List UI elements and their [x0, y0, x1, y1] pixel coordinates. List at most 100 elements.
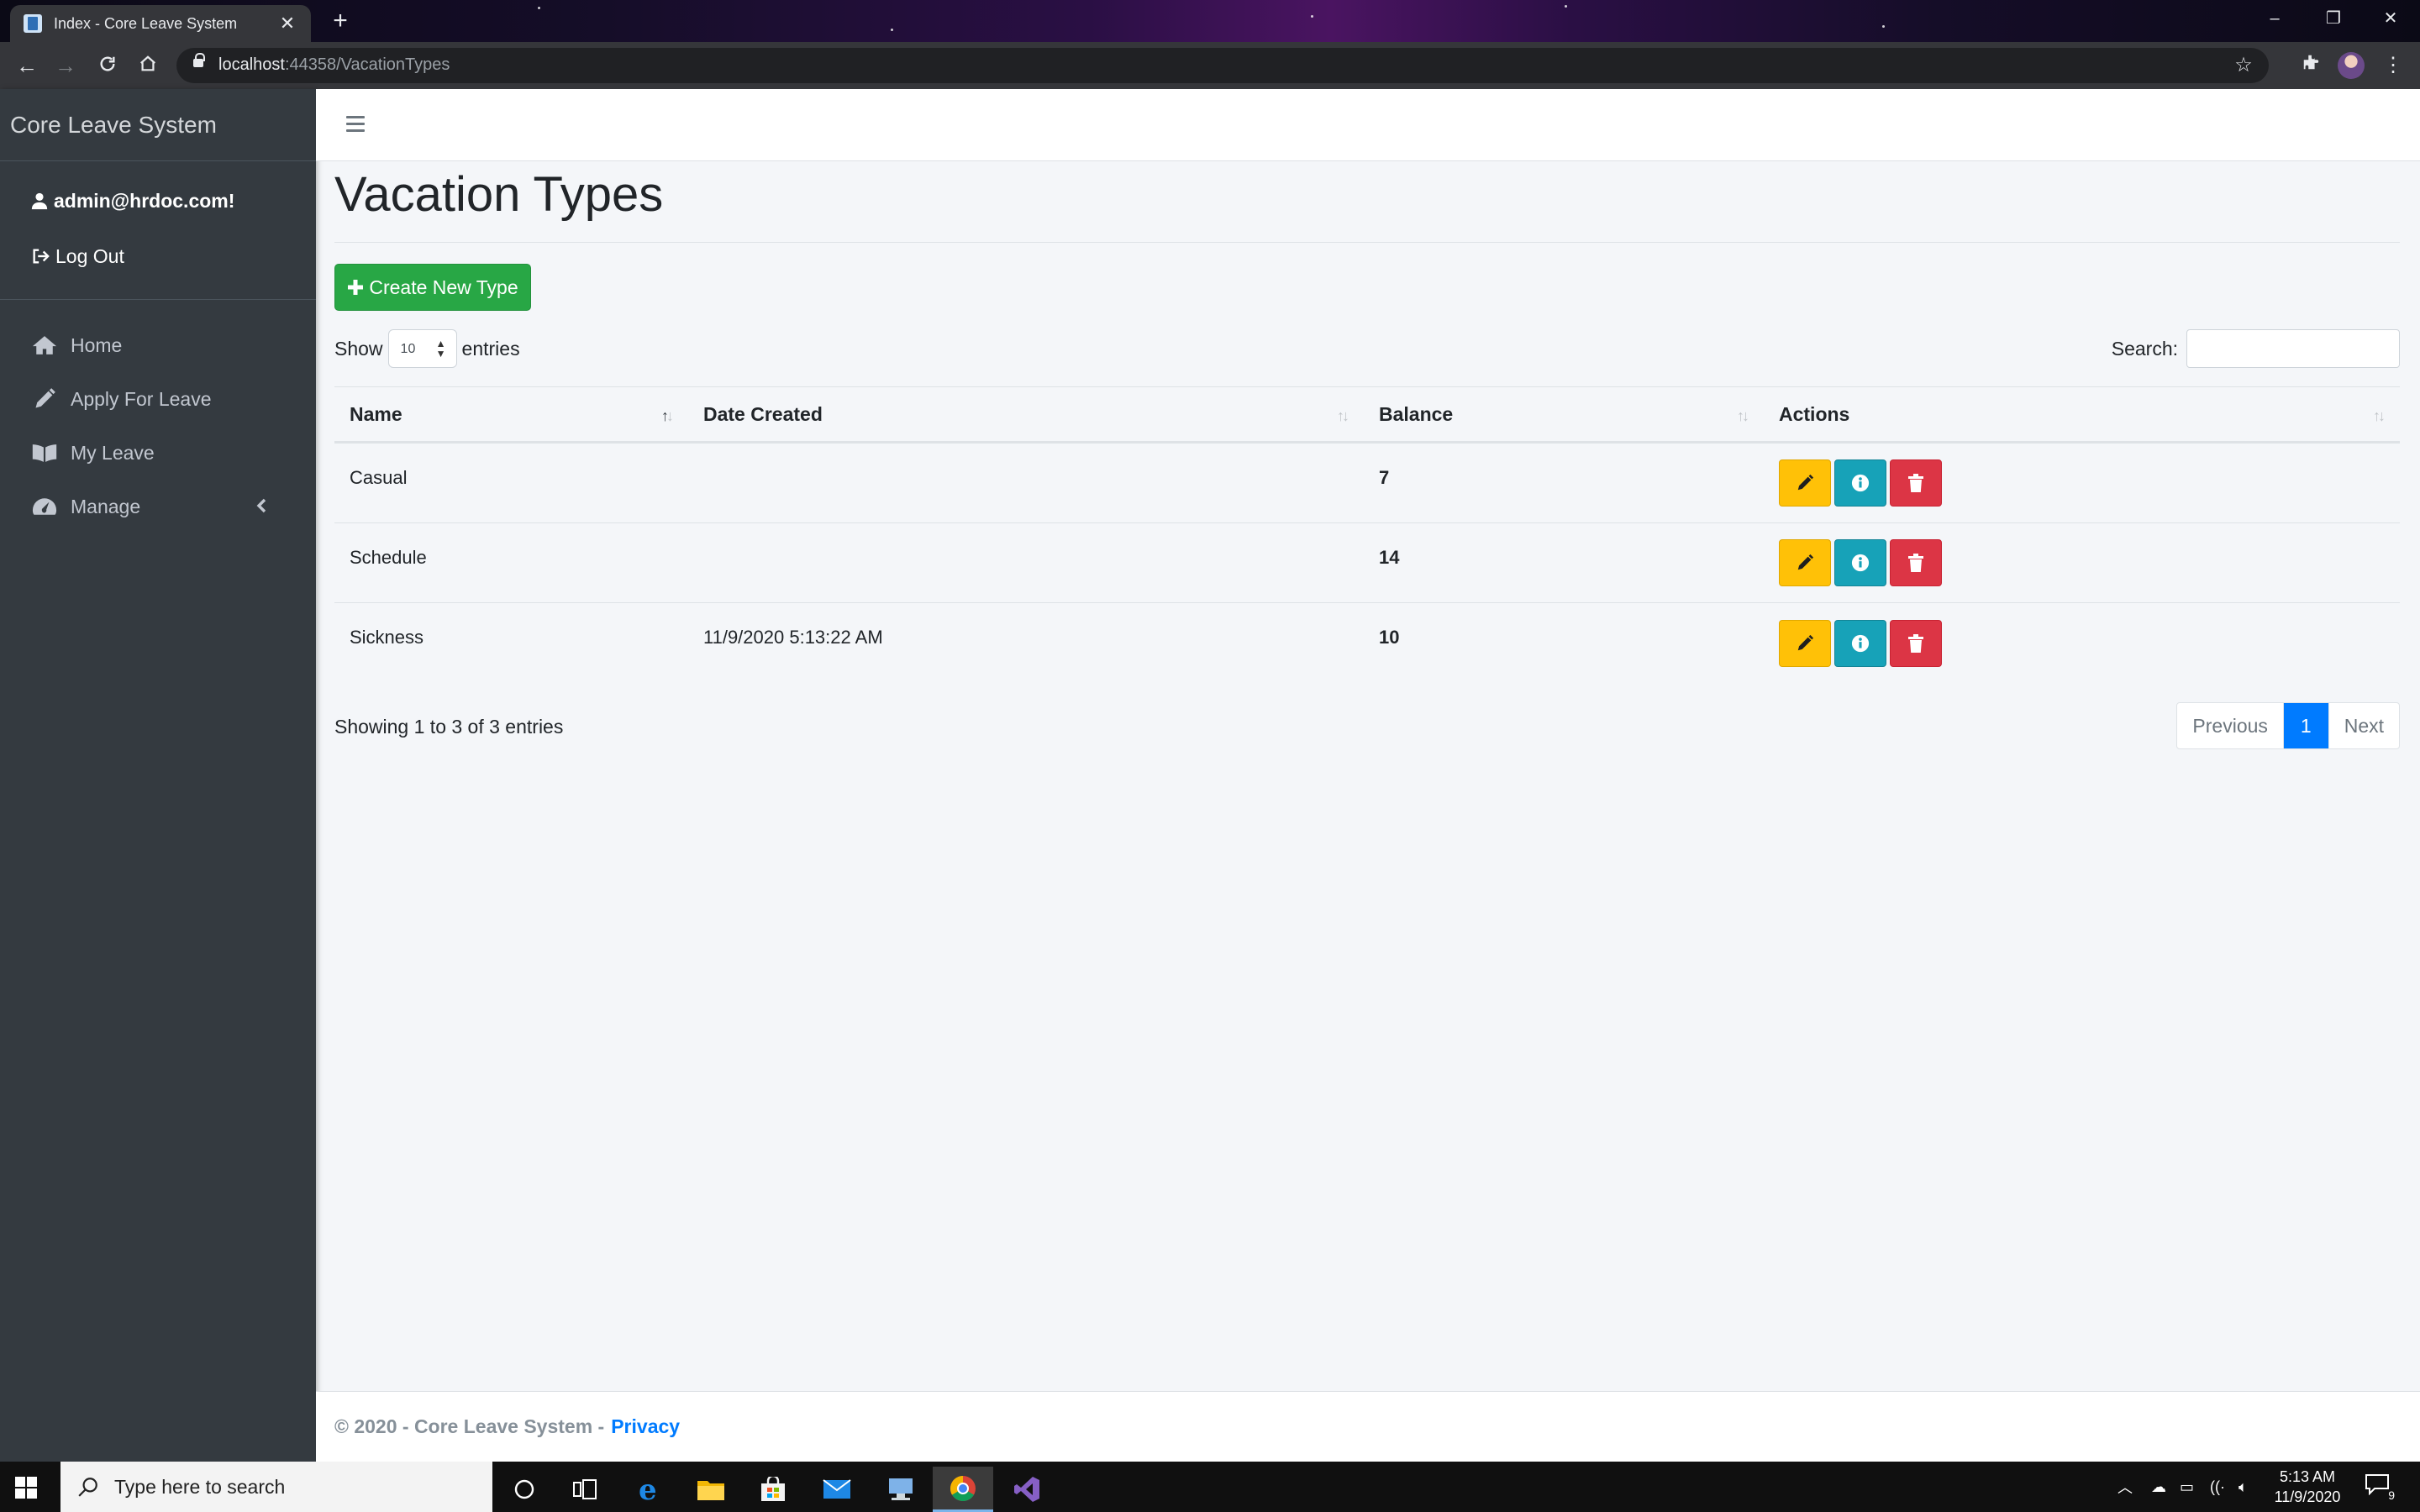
restore-button[interactable]: ❐	[2304, 0, 2363, 37]
taskbar-search-box[interactable]: Type here to search	[60, 1462, 492, 1512]
brand-link[interactable]: Core Leave System	[0, 89, 316, 161]
edit-button[interactable]	[1779, 539, 1831, 586]
details-button[interactable]	[1834, 459, 1886, 507]
page-title: Vacation Types	[334, 167, 664, 222]
search-input[interactable]	[2186, 329, 2400, 368]
details-button[interactable]	[1834, 539, 1886, 586]
create-new-type-button[interactable]: Create New Type	[334, 264, 531, 311]
user-email: admin@hrdoc.com!	[54, 189, 235, 212]
page-1-button[interactable]: 1	[2283, 703, 2329, 748]
onedrive-sync-icon[interactable]: ☁	[2151, 1462, 2166, 1512]
info-circle-icon	[1851, 634, 1870, 652]
page-favicon-icon	[24, 14, 42, 33]
menu-toggle-icon[interactable]	[346, 116, 365, 133]
cortana-icon[interactable]	[494, 1467, 555, 1512]
delete-button[interactable]	[1890, 619, 1942, 667]
network-icon[interactable]: ((·	[2210, 1462, 2225, 1512]
cell-actions	[1764, 444, 2400, 522]
cell-balance: 7	[1379, 467, 1390, 488]
logout-link[interactable]: Log Out	[0, 228, 316, 284]
action-center-icon[interactable]: 9	[2365, 1473, 2395, 1502]
minimize-button[interactable]: –	[2245, 0, 2304, 37]
delete-button[interactable]	[1890, 459, 1942, 507]
table-row: Schedule 14	[334, 523, 2400, 603]
address-bar[interactable]: localhost:44358/VacationTypes ☆	[176, 48, 2269, 83]
sidebar: Core Leave System admin@hrdoc.com! Log O…	[0, 89, 316, 1462]
cell-name: Schedule	[350, 547, 427, 568]
new-tab-button[interactable]: +	[324, 5, 356, 37]
system-clock[interactable]: 5:13 AM 11/9/2020	[2257, 1467, 2358, 1507]
column-header-actions[interactable]: Actions ↑↓	[1764, 387, 2400, 441]
browser-menu-icon[interactable]: ⋮	[2378, 50, 2408, 81]
home-icon	[140, 55, 155, 71]
extensions-puzzle-icon[interactable]	[2296, 50, 2326, 81]
sidebar-item-label: Apply For Leave	[71, 387, 212, 410]
edit-button[interactable]	[1779, 459, 1831, 507]
clock-date: 11/9/2020	[2274, 1488, 2341, 1505]
pencil-icon	[1797, 474, 1814, 491]
home-button[interactable]	[133, 50, 163, 81]
background-star	[891, 29, 893, 31]
privacy-link[interactable]: Privacy	[611, 1415, 680, 1438]
volume-icon[interactable]: 🔈︎	[2238, 1462, 2248, 1512]
user-email-link[interactable]: admin@hrdoc.com!	[0, 173, 316, 228]
trash-icon	[1908, 633, 1923, 653]
show-hidden-icons-chevron-icon[interactable]: ︿	[2118, 1462, 2133, 1512]
user-panel: admin@hrdoc.com! Log Out	[0, 161, 316, 300]
details-button[interactable]	[1834, 619, 1886, 667]
column-label: Name	[350, 402, 402, 425]
edit-button[interactable]	[1779, 619, 1831, 667]
sidebar-item-my-leave[interactable]: My Leave	[0, 426, 316, 480]
close-window-button[interactable]: ✕	[2361, 0, 2420, 37]
windows-start-icon[interactable]	[15, 1477, 37, 1499]
table-header: Name ↑↓ Date Created ↑↓ Balance ↑↓ Actio…	[334, 386, 2400, 444]
column-label: Balance	[1379, 402, 1454, 425]
file-explorer-icon[interactable]	[681, 1467, 741, 1512]
sidebar-item-label: My Leave	[71, 441, 155, 464]
reload-button[interactable]	[92, 50, 123, 81]
previous-page-button[interactable]: Previous	[2177, 703, 2284, 748]
cell-name: Sickness	[350, 627, 424, 648]
remote-desktop-icon[interactable]	[871, 1467, 931, 1512]
tab-close-icon[interactable]: ✕	[277, 13, 297, 34]
profile-avatar[interactable]	[2338, 52, 2365, 79]
visual-studio-icon[interactable]	[997, 1467, 1057, 1512]
browser-toolbar: ← → localhost:44358/VacationTypes ☆ ⋮	[0, 42, 2420, 89]
cell-balance: 10	[1379, 627, 1400, 648]
lock-icon	[193, 53, 205, 67]
sidebar-nav: Home Apply For Leave My Leave Manage	[0, 300, 316, 533]
sidebar-item-manage[interactable]: Manage	[0, 480, 316, 533]
next-page-button[interactable]: Next	[2329, 703, 2399, 748]
column-header-date-created[interactable]: Date Created ↑↓	[688, 387, 1364, 441]
column-header-balance[interactable]: Balance ↑↓	[1364, 387, 1764, 441]
column-header-name[interactable]: Name ↑↓	[334, 387, 688, 441]
battery-icon[interactable]: ▭	[2180, 1462, 2194, 1512]
table-info: Showing 1 to 3 of 3 entries	[334, 716, 564, 738]
store-icon[interactable]	[743, 1467, 803, 1512]
back-button[interactable]: ←	[12, 50, 42, 81]
background-star	[1311, 15, 1313, 18]
cell-balance: 14	[1379, 547, 1400, 568]
page-length-select[interactable]: 10 ▲ ▼	[387, 329, 457, 368]
table-search: Search:	[2112, 329, 2400, 368]
search-label: Search:	[2111, 337, 2178, 360]
browser-tab[interactable]: Index - Core Leave System ✕	[10, 5, 311, 42]
user-icon	[31, 192, 48, 210]
sidebar-item-apply-for-leave[interactable]: Apply For Leave	[0, 372, 316, 426]
forward-button[interactable]: →	[50, 50, 81, 81]
mail-icon[interactable]	[807, 1467, 867, 1512]
pencil-icon	[1797, 634, 1814, 650]
entries-label: entries	[461, 337, 520, 360]
delete-button[interactable]	[1890, 539, 1942, 586]
table-row: Sickness 11/9/2020 5:13:22 AM 10	[334, 603, 2400, 683]
bookmark-star-icon[interactable]: ☆	[2228, 50, 2259, 81]
edge-browser-icon[interactable]: e	[618, 1467, 679, 1512]
sidebar-item-label: Home	[71, 333, 123, 356]
column-label: Actions	[1779, 402, 1850, 425]
task-view-icon[interactable]	[555, 1467, 615, 1512]
chrome-icon[interactable]	[933, 1467, 993, 1512]
sort-asc-icon: ↑↓	[661, 407, 674, 424]
sidebar-item-home[interactable]: Home	[0, 318, 316, 372]
home-icon	[32, 336, 57, 354]
page-length-value: 10	[400, 342, 416, 356]
